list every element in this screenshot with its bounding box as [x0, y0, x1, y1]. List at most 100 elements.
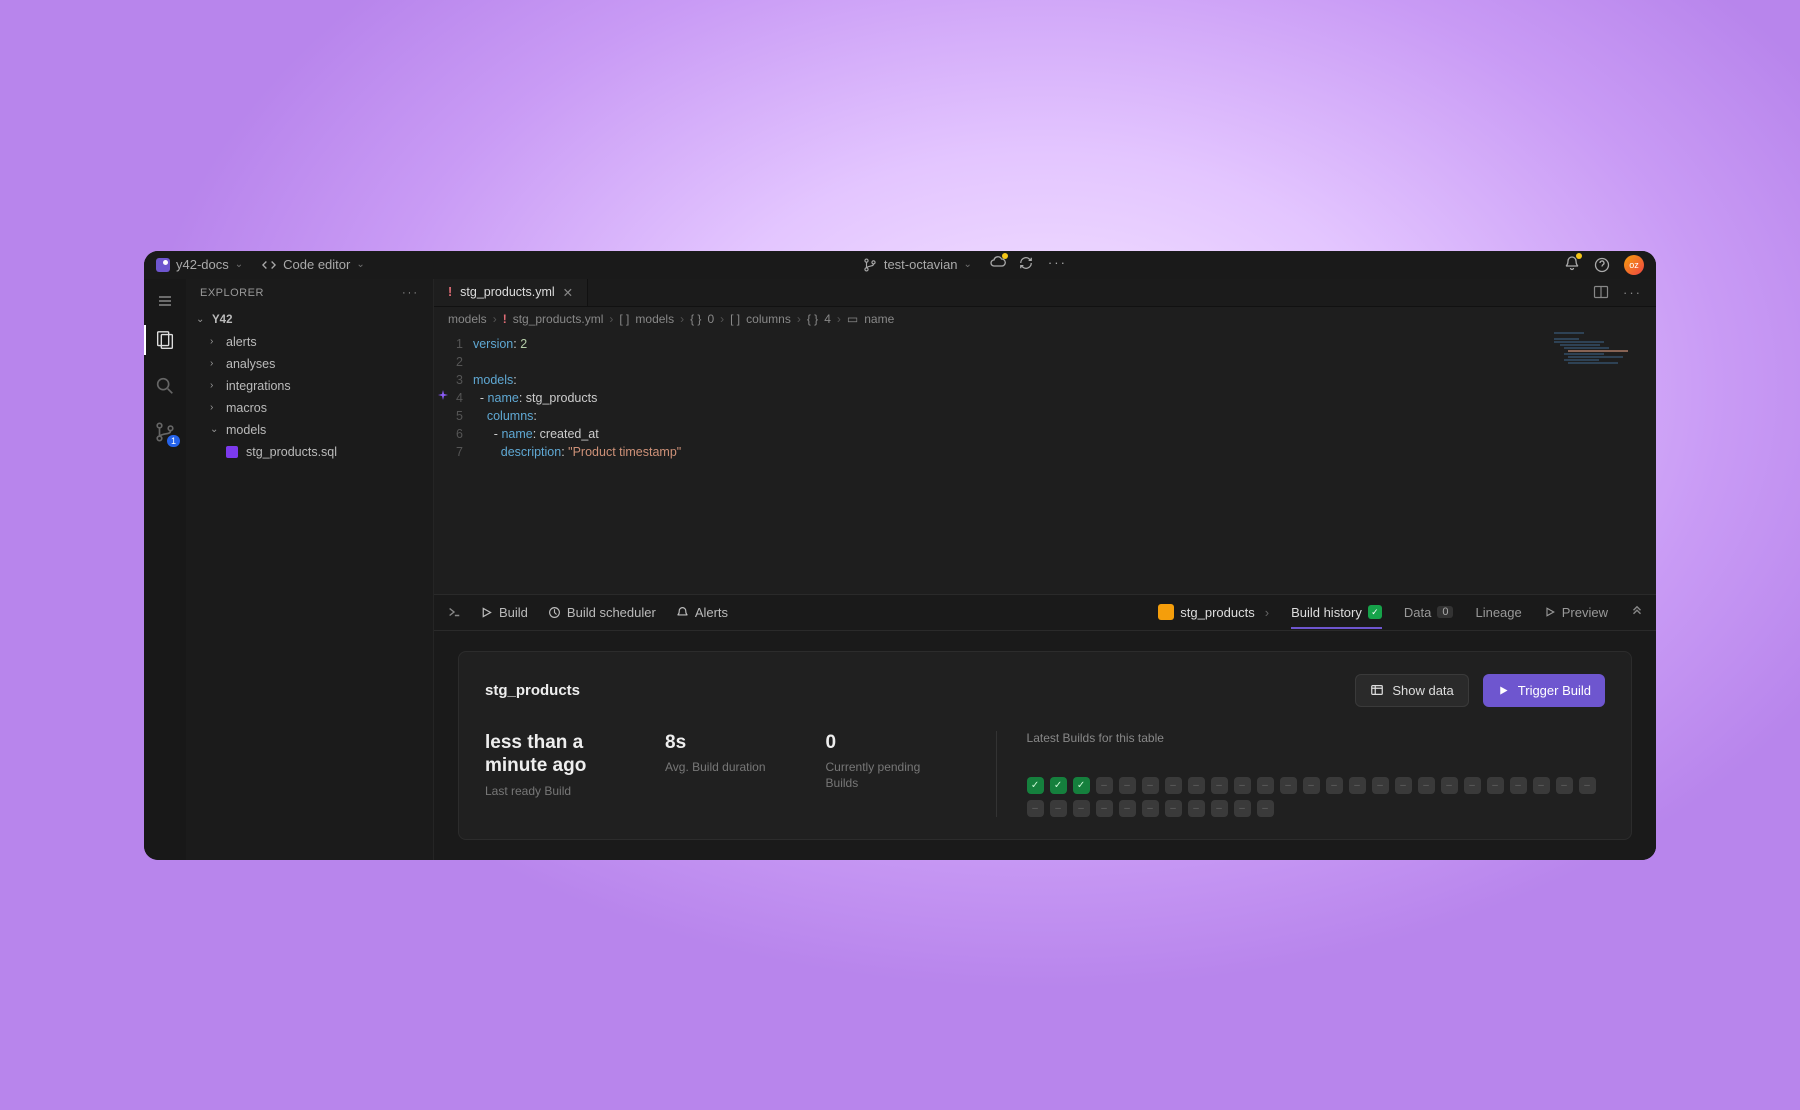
build-chip-empty[interactable]: –	[1096, 777, 1113, 794]
code-area[interactable]: 1234567 version: 2 models: - name: stg_p…	[434, 331, 1656, 594]
build-chip-empty[interactable]: –	[1165, 777, 1182, 794]
object-icon: { }	[690, 312, 701, 326]
app-window: y42-docs ⌄ Code editor ⌄ test-octavian ⌄	[144, 251, 1656, 860]
badge-dot-icon	[1576, 253, 1582, 259]
more-button[interactable]: ···	[1048, 255, 1067, 274]
yaml-file-icon: !	[503, 312, 507, 326]
build-chip-empty[interactable]: –	[1556, 777, 1573, 794]
build-history-card: stg_products Show data Trigger Build	[458, 651, 1632, 840]
build-chip-empty[interactable]: –	[1349, 777, 1366, 794]
tree-root[interactable]: ⌄ Y42	[186, 309, 433, 331]
explorer-tab[interactable]	[144, 319, 186, 361]
tree-file-stg-products[interactable]: stg_products.sql	[186, 441, 433, 463]
close-icon[interactable]: ✕	[563, 285, 573, 300]
build-chip-empty[interactable]: –	[1188, 777, 1205, 794]
avatar[interactable]: oz	[1624, 255, 1644, 275]
build-chip-empty[interactable]: –	[1165, 800, 1182, 817]
build-chip-empty[interactable]: –	[1579, 777, 1596, 794]
build-chip-empty[interactable]: –	[1510, 777, 1527, 794]
build-chip-empty[interactable]: –	[1119, 777, 1136, 794]
build-chip-empty[interactable]: –	[1211, 800, 1228, 817]
workspace-selector[interactable]: y42-docs ⌄	[156, 257, 243, 272]
build-chip-empty[interactable]: –	[1303, 777, 1320, 794]
build-chip-empty[interactable]: –	[1372, 777, 1389, 794]
build-chip-empty[interactable]: –	[1418, 777, 1435, 794]
notifications-button[interactable]	[1564, 255, 1580, 274]
tab-stg-products-yml[interactable]: ! stg_products.yml ✕	[434, 279, 588, 306]
build-chip-empty[interactable]: –	[1395, 777, 1412, 794]
build-chip-empty[interactable]: –	[1188, 800, 1205, 817]
sql-file-icon	[226, 446, 238, 458]
tab-build-history[interactable]: Build history ✓	[1291, 605, 1382, 620]
tree-folder-analyses[interactable]: ›analyses	[186, 353, 433, 375]
build-chip-success[interactable]: ✓	[1050, 777, 1067, 794]
mode-label: Code editor	[283, 257, 350, 272]
code-icon	[261, 257, 277, 273]
bottom-panel: Build Build scheduler Alerts	[434, 594, 1656, 860]
split-editor-button[interactable]	[1593, 284, 1609, 300]
sync-indicator[interactable]	[990, 255, 1006, 274]
stat-last-ready: less than a minute ago Last ready Build	[485, 731, 665, 800]
stat-avg-duration: 8s Avg. Build duration	[665, 731, 826, 776]
build-scheduler-button[interactable]: Build scheduler	[548, 605, 656, 620]
tab-lineage[interactable]: Lineage	[1475, 605, 1521, 620]
sidebar-header: EXPLORER ···	[186, 279, 433, 307]
source-control-tab[interactable]: 1	[144, 411, 186, 453]
build-chip-empty[interactable]: –	[1234, 777, 1251, 794]
stat-pending: 0 Currently pending Builds	[826, 731, 996, 792]
git-branch-icon	[862, 257, 878, 273]
build-chip-empty[interactable]: –	[1142, 800, 1159, 817]
tab-label: stg_products.yml	[460, 285, 554, 299]
build-chip-empty[interactable]: –	[1464, 777, 1481, 794]
build-chip-success[interactable]: ✓	[1027, 777, 1044, 794]
chevron-right-icon: ›	[210, 380, 222, 391]
tree-folder-macros[interactable]: ›macros	[186, 397, 433, 419]
build-button[interactable]: Build	[480, 605, 528, 620]
editor-more-button[interactable]: ···	[1623, 285, 1642, 300]
build-chip-empty[interactable]: –	[1257, 777, 1274, 794]
menu-button[interactable]	[144, 287, 186, 315]
build-chip-empty[interactable]: –	[1027, 800, 1044, 817]
tab-preview[interactable]: Preview	[1544, 605, 1608, 620]
show-data-button[interactable]: Show data	[1355, 674, 1468, 707]
build-chip-empty[interactable]: –	[1234, 800, 1251, 817]
branch-selector[interactable]: test-octavian ⌄	[862, 255, 972, 274]
chevron-down-icon: ⌄	[210, 424, 222, 435]
code-content: version: 2 models: - name: stg_products …	[473, 331, 681, 594]
tree-folder-alerts[interactable]: ›alerts	[186, 331, 433, 353]
minimap[interactable]	[1546, 331, 1656, 594]
build-chip-empty[interactable]: –	[1326, 777, 1343, 794]
build-chip-empty[interactable]: –	[1533, 777, 1550, 794]
array-icon: [ ]	[619, 312, 629, 326]
build-chip-empty[interactable]: –	[1050, 800, 1067, 817]
help-button[interactable]	[1594, 257, 1610, 273]
build-chip-empty[interactable]: –	[1487, 777, 1504, 794]
build-chip-empty[interactable]: –	[1211, 777, 1228, 794]
stats-row: less than a minute ago Last ready Build …	[485, 731, 1605, 817]
trigger-build-button[interactable]: Trigger Build	[1483, 674, 1605, 707]
tab-data[interactable]: Data 0	[1404, 605, 1454, 620]
mode-selector[interactable]: Code editor ⌄	[261, 257, 365, 273]
collapse-panel-button[interactable]	[1630, 605, 1644, 619]
chevron-down-icon: ⌄	[235, 259, 243, 270]
build-chip-empty[interactable]: –	[1119, 800, 1136, 817]
terminal-icon[interactable]	[446, 604, 462, 620]
build-chip-empty[interactable]: –	[1257, 800, 1274, 817]
tree-folder-models[interactable]: ⌄models	[186, 419, 433, 441]
refresh-button[interactable]	[1018, 255, 1034, 271]
search-tab[interactable]	[144, 365, 186, 407]
build-chip-success[interactable]: ✓	[1073, 777, 1090, 794]
build-chip-empty[interactable]: –	[1073, 800, 1090, 817]
build-chip-empty[interactable]: –	[1280, 777, 1297, 794]
tree-folder-integrations[interactable]: ›integrations	[186, 375, 433, 397]
build-chip-empty[interactable]: –	[1142, 777, 1159, 794]
build-chip-empty[interactable]: –	[1441, 777, 1458, 794]
divider	[996, 731, 997, 817]
sidebar-more-button[interactable]: ···	[402, 287, 419, 299]
chevron-right-icon: ›	[210, 402, 222, 413]
editor-tabs: ! stg_products.yml ✕ ···	[434, 279, 1656, 307]
breadcrumb[interactable]: models› ! stg_products.yml› [ ]models› {…	[434, 307, 1656, 331]
asset-pill[interactable]: stg_products ›	[1158, 604, 1269, 620]
build-chip-empty[interactable]: –	[1096, 800, 1113, 817]
alerts-button[interactable]: Alerts	[676, 605, 728, 620]
